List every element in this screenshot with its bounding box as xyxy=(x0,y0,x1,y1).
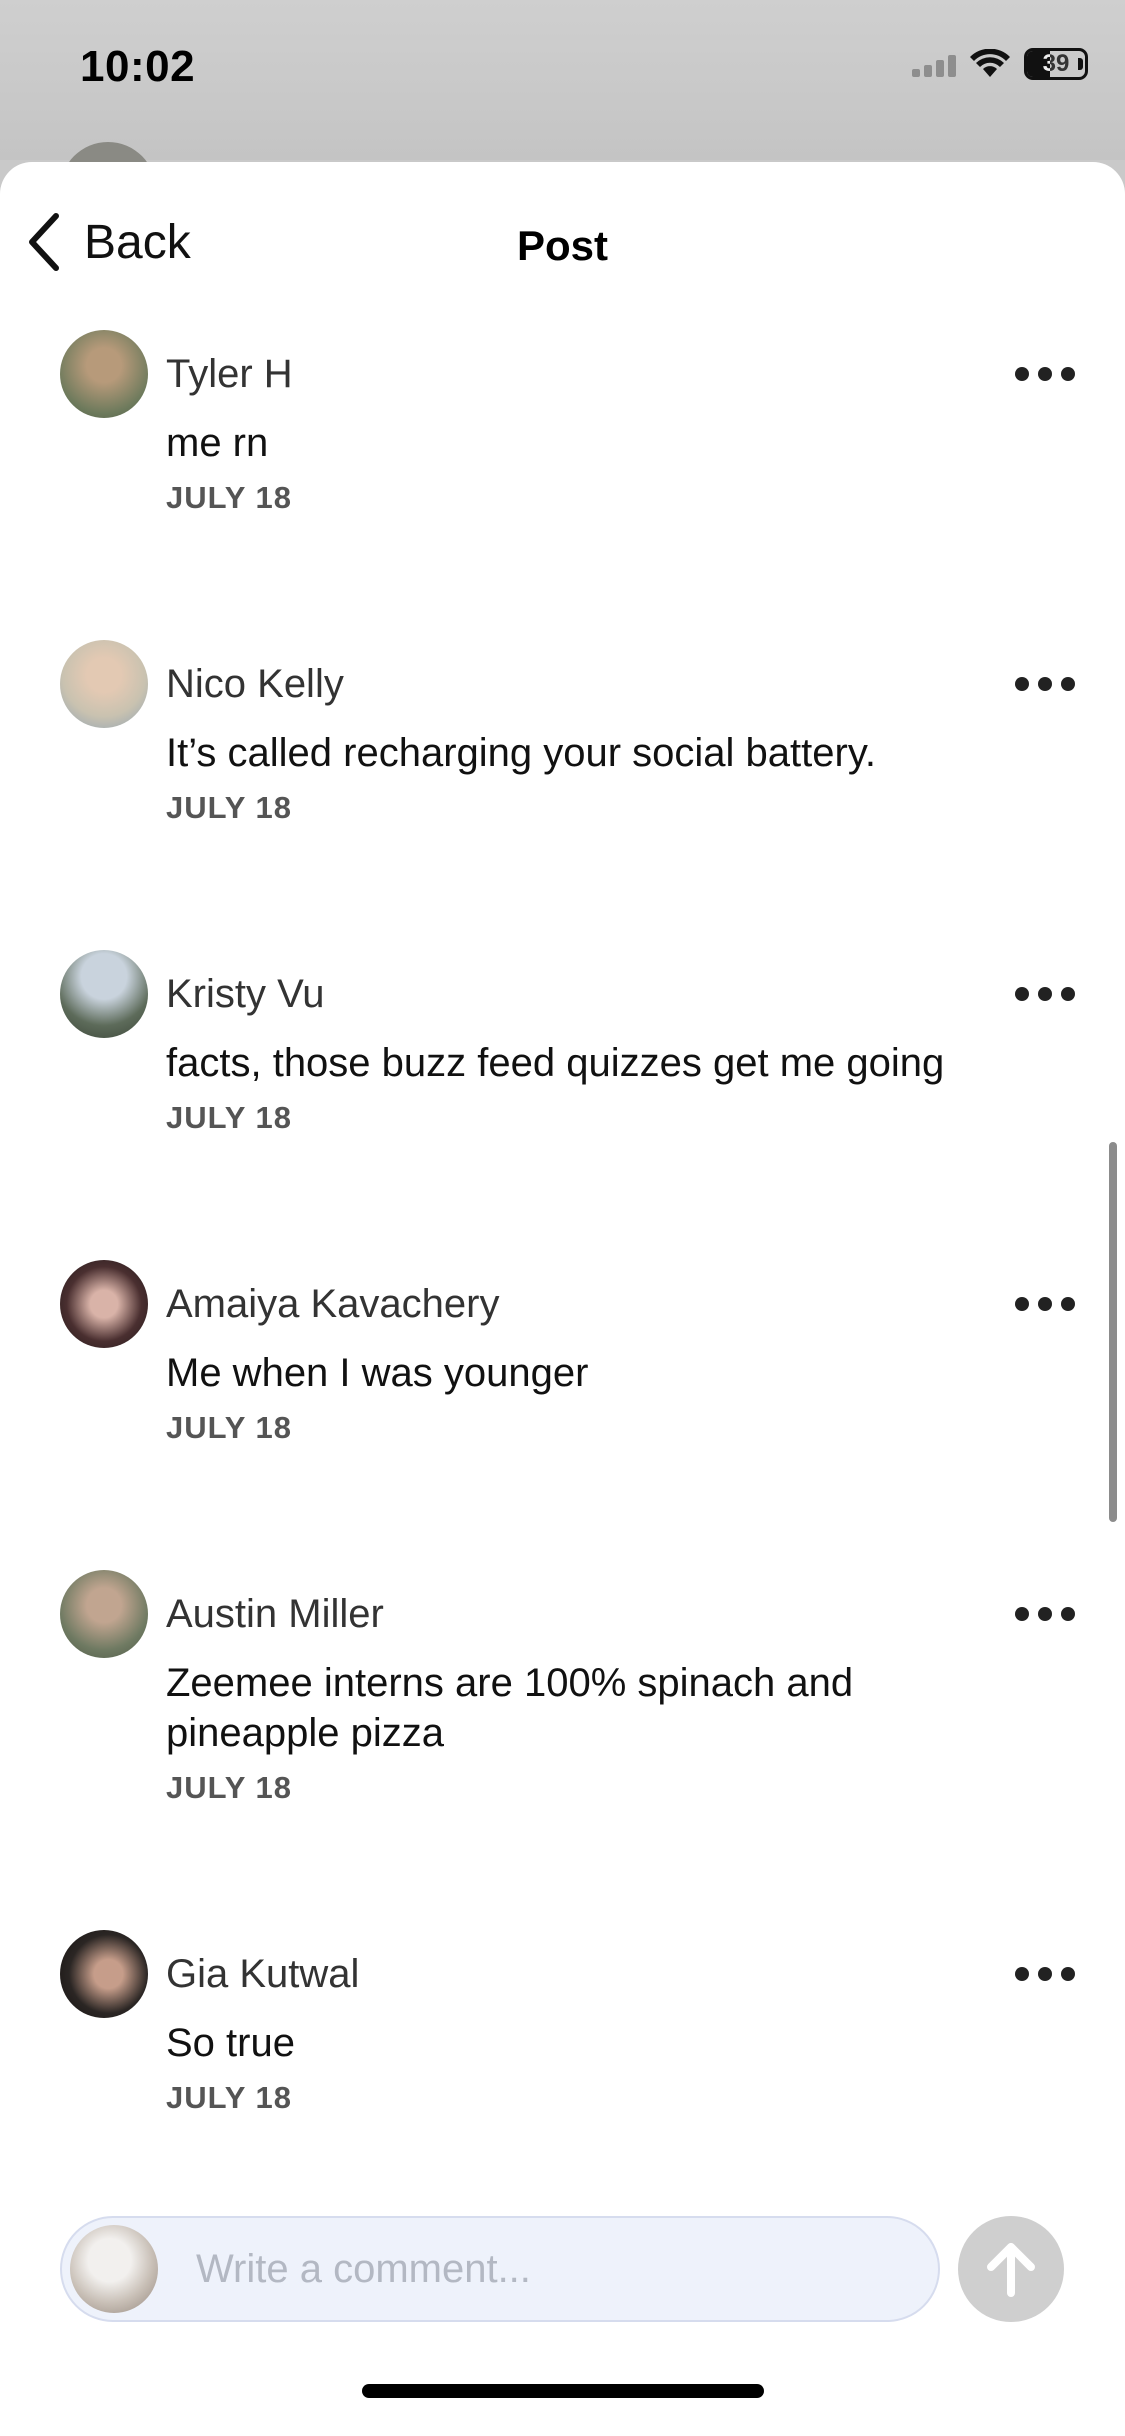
comment-text: facts, those buzz feed quizzes get me go… xyxy=(166,1041,945,1085)
comment-text: Me when I was younger xyxy=(166,1351,589,1395)
comment-author[interactable]: Austin Miller xyxy=(166,1570,995,1658)
comment-text: me rn xyxy=(166,421,269,465)
comment-date: JULY 18 xyxy=(166,790,292,825)
wifi-icon xyxy=(970,49,1010,77)
comment-item: Austin Miller Zeemee interns are 100% sp… xyxy=(0,1570,1125,1930)
comment-item: Nico Kelly It’s called recharging your s… xyxy=(0,640,1125,950)
comment-item: Kristy Vu facts, those buzz feed quizzes… xyxy=(0,950,1125,1260)
comment-text: Zeemee interns are 100% spinach and pine… xyxy=(166,1661,854,1755)
comment-date: JULY 18 xyxy=(166,480,292,515)
comment-author[interactable]: Amaiya Kavachery xyxy=(166,1260,995,1348)
page-title: Post xyxy=(516,222,608,269)
comment-item: Tyler H me rn JULY 18 xyxy=(0,330,1125,640)
post-sheet: Back Post Tyler H me rn JULY 18 Nico Kel… xyxy=(0,162,1125,2436)
send-button[interactable] xyxy=(958,2216,1064,2322)
comment-author[interactable]: Gia Kutwal xyxy=(166,1930,995,2018)
comment-field[interactable] xyxy=(60,2216,940,2322)
nav-bar: Back Post xyxy=(0,162,1125,322)
avatar xyxy=(70,2225,158,2313)
battery-icon: 39 xyxy=(1024,48,1088,80)
comment-date: JULY 18 xyxy=(166,1410,292,1445)
comment-input[interactable] xyxy=(194,2245,858,2293)
comment-author[interactable]: Nico Kelly xyxy=(166,640,995,728)
comment-composer xyxy=(0,2182,1125,2322)
comment-author[interactable]: Tyler H xyxy=(166,330,995,418)
home-indicator xyxy=(362,2384,764,2398)
comment-item: Gia Kutwal So true JULY 18 xyxy=(0,1930,1125,2170)
more-options-button[interactable] xyxy=(1015,976,1075,1012)
more-options-button[interactable] xyxy=(1015,356,1075,392)
comment-text: It’s called recharging your social batte… xyxy=(166,731,876,775)
status-bar: 10:02 39 xyxy=(0,0,1125,160)
avatar[interactable] xyxy=(60,640,148,728)
status-time: 10:02 xyxy=(80,42,196,91)
more-options-button[interactable] xyxy=(1015,1596,1075,1632)
avatar[interactable] xyxy=(60,950,148,1038)
more-options-button[interactable] xyxy=(1015,1286,1075,1322)
cellular-signal-icon xyxy=(912,51,956,77)
comment-item: Amaiya Kavachery Me when I was younger J… xyxy=(0,1260,1125,1570)
comment-list: Tyler H me rn JULY 18 Nico Kelly It’s ca… xyxy=(0,330,1125,2170)
avatar[interactable] xyxy=(60,1570,148,1658)
comment-date: JULY 18 xyxy=(166,1770,292,1805)
arrow-up-icon xyxy=(987,2243,1035,2297)
comment-text: So true xyxy=(166,2021,295,2065)
more-options-button[interactable] xyxy=(1015,666,1075,702)
more-options-button[interactable] xyxy=(1015,1956,1075,1992)
avatar[interactable] xyxy=(60,1930,148,2018)
battery-level: 39 xyxy=(1042,50,1070,77)
status-icons: 39 xyxy=(912,48,1088,80)
comment-date: JULY 18 xyxy=(166,2080,292,2115)
avatar[interactable] xyxy=(60,1260,148,1348)
avatar[interactable] xyxy=(60,330,148,418)
comment-author[interactable]: Kristy Vu xyxy=(166,950,995,1038)
comment-date: JULY 18 xyxy=(166,1100,292,1135)
